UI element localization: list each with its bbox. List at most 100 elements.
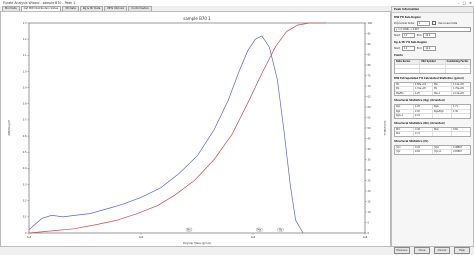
start-label: Start <box>394 33 400 37</box>
stat-label: Mz+1 <box>433 91 452 95</box>
y2-tick-label: 95 <box>368 32 372 35</box>
rh-stats-title: Structural Statistics (Rh) (Oriented) <box>394 121 445 125</box>
table-row[interactable] <box>395 69 470 73</box>
stat-value: 4.25 <box>414 91 433 95</box>
stat-label: Mn <box>395 82 414 86</box>
x-tick-label: 1e6 <box>363 236 368 239</box>
stat-value: 1.31e+05 <box>414 87 433 91</box>
column-header: Data Series <box>395 60 421 64</box>
stat-label: [n]w <box>433 145 452 149</box>
stats-row: Mw/Mn 4.25 Mz+1 2.12e+05 <box>395 91 470 95</box>
stat-value: 0.43 <box>414 145 433 149</box>
end-input[interactable]: 12.0 <box>423 32 437 38</box>
stat-label: Rhw <box>433 127 452 131</box>
stat-label <box>433 132 452 136</box>
rg-end-input[interactable]: 12.0 <box>423 45 437 51</box>
stat-label: Rgw/Rgn <box>433 109 452 113</box>
end-label: End <box>416 33 422 37</box>
stat-value: 1.14e+05 <box>453 82 464 86</box>
column-header: Mid Symbol <box>420 60 446 64</box>
stat-label: Rhz <box>395 132 414 136</box>
iv-stats-table: [n]n 0.43 [n]w 0.48897 [n]z 0.62 [n]z+1 0.65867 <box>394 144 471 155</box>
close-icon[interactable]: × <box>469 1 472 5</box>
y2-tick-label: 40 <box>368 148 372 151</box>
y-tick-label: 0.5 <box>23 151 27 154</box>
x-tick-label: 1e4 <box>139 236 144 239</box>
y2-tick-label: 100 <box>368 22 373 25</box>
previous-button[interactable]: Previous <box>394 247 410 254</box>
y-axis-label-right: Cumulative <box>383 121 387 136</box>
stat-label: Mz <box>433 87 452 91</box>
start-input[interactable]: 1.0 <box>401 32 415 38</box>
stat-label: Rgn <box>395 105 414 109</box>
y2-tick-label: 35 <box>368 158 372 161</box>
stat-label: Rgz+1 <box>395 114 414 118</box>
help-button[interactable]: Help <box>454 247 470 254</box>
done-button[interactable]: Done <box>414 247 430 254</box>
rg-stats-table: Rgn 1.26 Rgw 1.71 Rgz 2.02 Rgw/Rgn 1.36 Rgz+1 2.2… <box>394 104 471 119</box>
polynomial-input[interactable]: 1 <box>416 20 430 26</box>
stat-value <box>452 132 470 136</box>
plot-area <box>28 22 366 234</box>
rh-stats-table: Rhn 0.46 Rhw 0.60 Rhz 0.71 <box>394 126 471 137</box>
y2-tick-label: 0 <box>368 232 370 235</box>
y-tick-label: 1.2 <box>23 38 27 41</box>
stat-label: [n]n <box>395 145 414 149</box>
stat-value: 0.71 <box>414 132 433 136</box>
y2-tick-label: 70 <box>368 85 372 88</box>
stat-value: 1.71 <box>453 105 458 108</box>
y2-tick-label: 50 <box>368 127 372 130</box>
y2-tick-label: 25 <box>368 179 372 182</box>
stat-value: 0.60 <box>453 127 458 131</box>
points-table[interactable]: Data Series Mid Symbol Combining Factor <box>394 59 471 74</box>
stats-row: Rgz+1 2.24 <box>395 114 470 118</box>
y2-tick-label: 65 <box>368 95 372 98</box>
stats-row: Rhz 0.71 <box>395 132 470 136</box>
y-axis-label-left: dWf/dLog M <box>7 120 11 135</box>
y2-tick-label: 45 <box>368 137 372 140</box>
rg-end-label: End <box>416 46 422 50</box>
y-tick-label: 1.1 <box>23 54 27 57</box>
rg-start-input[interactable]: 1.0 <box>401 45 415 51</box>
y2-tick-label: 20 <box>368 190 372 193</box>
y2-tick-label: 55 <box>368 116 372 119</box>
y2-tick-label: 80 <box>368 64 372 67</box>
window-title: Purate Analysis Wizard - sample B70 - Pe… <box>3 1 76 5</box>
stat-label <box>433 114 452 118</box>
x-tick-label: 1e5 <box>251 236 256 239</box>
y-tick-label: 0.3 <box>23 183 27 186</box>
stat-label: [n]z+1 <box>433 150 452 154</box>
use-linear-checkbox[interactable] <box>431 20 437 26</box>
x-axis-label: Polymer Mass (g/mol) <box>183 241 211 245</box>
y-tick-label: 0.9 <box>23 86 27 89</box>
y2-tick-label: 60 <box>368 106 372 109</box>
points-section-title: Points <box>394 54 403 57</box>
stat-value: 2.12e+05 <box>453 91 464 95</box>
y-tick-label: 0.7 <box>23 119 27 122</box>
y2-tick-label: 15 <box>368 200 372 203</box>
stat-value: 1.36 <box>453 109 458 113</box>
y-tick-label: 0.2 <box>23 199 27 202</box>
stat-label: Mw <box>433 82 452 86</box>
use-linear-label: Use Linear Data <box>438 21 458 25</box>
stat-label: [n]z <box>395 150 414 154</box>
stats-row: [n]z 0.62 [n]z+1 0.65867 <box>395 150 470 154</box>
stat-label: Rhn <box>395 127 414 131</box>
stat-value: 2.02 <box>414 109 433 113</box>
y-tick-label: 0 <box>25 232 27 235</box>
stat-label: Rgz <box>395 109 414 113</box>
y2-tick-label: 85 <box>368 53 372 56</box>
chart-panel: sample B70 1 Polymer Mass (g/mol) dWf/dL… <box>0 11 391 247</box>
y-tick-label: 0.8 <box>23 103 27 106</box>
stat-value: 2.68e+04 <box>414 82 433 86</box>
maximize-icon[interactable]: □ <box>463 1 466 5</box>
stat-label: Mw/Mn <box>395 91 414 95</box>
y2-tick-label: 30 <box>368 169 372 172</box>
cancel-button[interactable]: Cancel <box>434 247 450 254</box>
y-tick-label: 0.4 <box>23 167 27 170</box>
minimize-icon[interactable]: – <box>458 1 460 5</box>
column-header: Combining Factor <box>446 60 469 63</box>
stat-value: 1.26 <box>414 105 433 109</box>
distribution-chart[interactable]: sample B70 1 Polymer Mass (g/mol) dWf/dL… <box>1 12 390 246</box>
y2-tick-label: 5 <box>368 221 370 224</box>
